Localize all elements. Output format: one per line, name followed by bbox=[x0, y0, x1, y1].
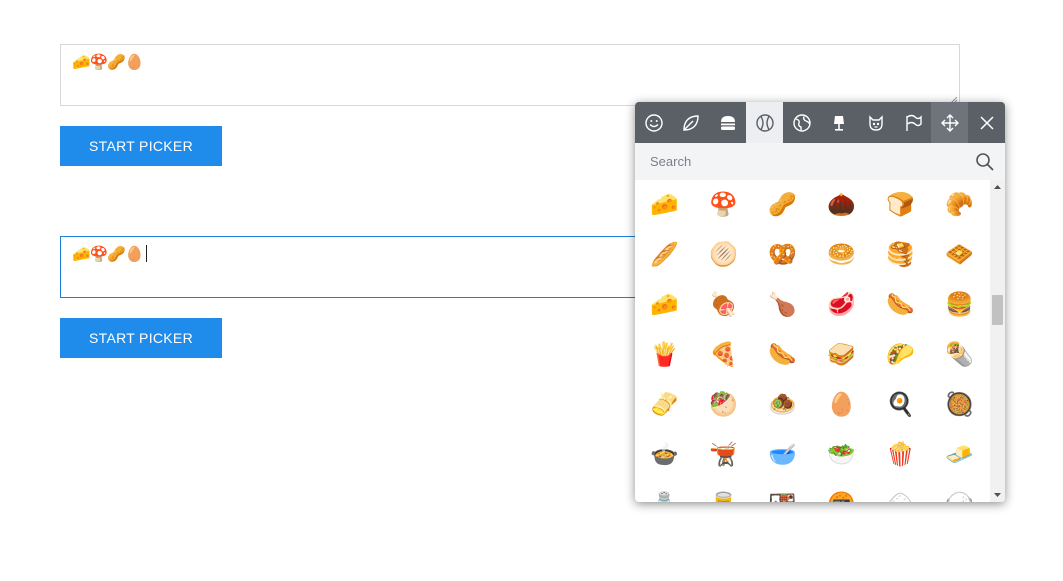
text-caret bbox=[145, 245, 147, 262]
category-tabs bbox=[635, 102, 1005, 143]
emoji-cell[interactable]: 🥗 bbox=[812, 430, 871, 480]
tab-nature[interactable] bbox=[672, 102, 709, 143]
text-area-content: 🧀🍄🥜🥚 bbox=[72, 246, 144, 263]
emoji-cell[interactable]: 🍟 bbox=[635, 330, 694, 380]
smiley-icon bbox=[644, 113, 663, 132]
emoji-cell[interactable]: 🍕 bbox=[694, 330, 753, 380]
emoji-cell[interactable]: 🌰 bbox=[812, 180, 871, 230]
move-handle[interactable] bbox=[931, 102, 968, 143]
emoji-cell[interactable]: 🥞 bbox=[871, 230, 930, 280]
emoji-cell[interactable]: 🍞 bbox=[871, 180, 930, 230]
scroll-down-arrow-icon[interactable] bbox=[990, 488, 1005, 502]
emoji-cell[interactable]: 🌭 bbox=[871, 280, 930, 330]
emoji-cell[interactable]: 🥖 bbox=[635, 230, 694, 280]
emoji-picker: 🧀🍄🥜🌰🍞🥐🥖🫓🥨🥯🥞🧇🧀🍖🍗🥩🌭🍔🍟🍕🌭🥪🌮🌯🫔🥙🧆🥚🍳🥘🍲🫕🥣🥗🍿🧈🧂🥫🍱🍘… bbox=[635, 102, 1005, 502]
symbol-icon bbox=[868, 114, 883, 131]
emoji-cell[interactable]: 🍗 bbox=[753, 280, 812, 330]
emoji-cell[interactable]: 🥜 bbox=[753, 180, 812, 230]
tab-objects[interactable] bbox=[820, 102, 857, 143]
emoji-cell[interactable]: 🥩 bbox=[812, 280, 871, 330]
emoji-text-area-1[interactable]: 🧀🍄🥜🥚 bbox=[60, 44, 960, 106]
emoji-cell[interactable]: 🧇 bbox=[930, 230, 989, 280]
scroll-up-arrow-icon[interactable] bbox=[990, 180, 1005, 194]
emoji-cell[interactable]: 🧂 bbox=[635, 480, 694, 502]
emoji-cell[interactable]: 🥫 bbox=[694, 480, 753, 502]
emoji-cell[interactable]: 🥘 bbox=[930, 380, 989, 430]
emoji-cell[interactable]: 🥙 bbox=[694, 380, 753, 430]
close-button[interactable] bbox=[968, 102, 1005, 143]
text-area-content: 🧀🍄🥜🥚 bbox=[72, 54, 144, 71]
emoji-cell[interactable]: 🍖 bbox=[694, 280, 753, 330]
emoji-cell[interactable]: 🥯 bbox=[812, 230, 871, 280]
emoji-cell[interactable]: 🥣 bbox=[753, 430, 812, 480]
emoji-cell[interactable]: 🌯 bbox=[930, 330, 989, 380]
tab-smileys[interactable] bbox=[635, 102, 672, 143]
search-icon[interactable] bbox=[975, 152, 995, 172]
flag-icon bbox=[905, 114, 922, 131]
emoji-cell[interactable]: 🫕 bbox=[694, 430, 753, 480]
emoji-cell[interactable]: 🍲 bbox=[635, 430, 694, 480]
emoji-cell[interactable]: 🧀 bbox=[635, 280, 694, 330]
scrollbar[interactable] bbox=[990, 180, 1005, 502]
emoji-cell[interactable]: 🧈 bbox=[930, 430, 989, 480]
scrollbar-thumb[interactable] bbox=[992, 295, 1003, 325]
close-icon bbox=[979, 115, 994, 130]
emoji-cell[interactable]: 🌭 bbox=[753, 330, 812, 380]
emoji-cell[interactable]: 🍔 bbox=[930, 280, 989, 330]
lamp-icon bbox=[833, 115, 844, 131]
emoji-cell[interactable]: 🌮 bbox=[871, 330, 930, 380]
emoji-cell[interactable]: 🍚 bbox=[930, 480, 989, 502]
emoji-cell[interactable]: 🍱 bbox=[753, 480, 812, 502]
emoji-cell[interactable]: 🫓 bbox=[694, 230, 753, 280]
search-input[interactable] bbox=[635, 143, 980, 180]
search-bar bbox=[635, 143, 1005, 180]
emoji-cell[interactable]: 🥪 bbox=[812, 330, 871, 380]
burger-icon bbox=[720, 115, 735, 130]
move-icon bbox=[940, 113, 959, 132]
tab-symbols[interactable] bbox=[857, 102, 894, 143]
emoji-cell[interactable]: 🍄 bbox=[694, 180, 753, 230]
globe-icon bbox=[792, 113, 811, 132]
emoji-cell[interactable]: 🧀 bbox=[635, 180, 694, 230]
emoji-cell[interactable]: 🍙 bbox=[871, 480, 930, 502]
ball-icon bbox=[755, 113, 774, 132]
emoji-cell[interactable]: 🥨 bbox=[753, 230, 812, 280]
emoji-cell[interactable]: 🍘 bbox=[812, 480, 871, 502]
emoji-cell[interactable]: 🫔 bbox=[635, 380, 694, 430]
leaf-icon bbox=[682, 114, 699, 131]
tab-travel[interactable] bbox=[783, 102, 820, 143]
emoji-cell[interactable]: 🍿 bbox=[871, 430, 930, 480]
tab-food[interactable] bbox=[709, 102, 746, 143]
emoji-grid: 🧀🍄🥜🌰🍞🥐🥖🫓🥨🥯🥞🧇🧀🍖🍗🥩🌭🍔🍟🍕🌭🥪🌮🌯🫔🥙🧆🥚🍳🥘🍲🫕🥣🥗🍿🧈🧂🥫🍱🍘… bbox=[635, 180, 990, 502]
emoji-cell[interactable]: 🥐 bbox=[930, 180, 989, 230]
tab-activity[interactable] bbox=[746, 102, 783, 143]
start-picker-button[interactable]: START PICKER bbox=[60, 318, 222, 358]
emoji-cell[interactable]: 🥚 bbox=[812, 380, 871, 430]
start-picker-button[interactable]: START PICKER bbox=[60, 126, 222, 166]
tab-flags[interactable] bbox=[894, 102, 931, 143]
emoji-cell[interactable]: 🧆 bbox=[753, 380, 812, 430]
emoji-cell[interactable]: 🍳 bbox=[871, 380, 930, 430]
